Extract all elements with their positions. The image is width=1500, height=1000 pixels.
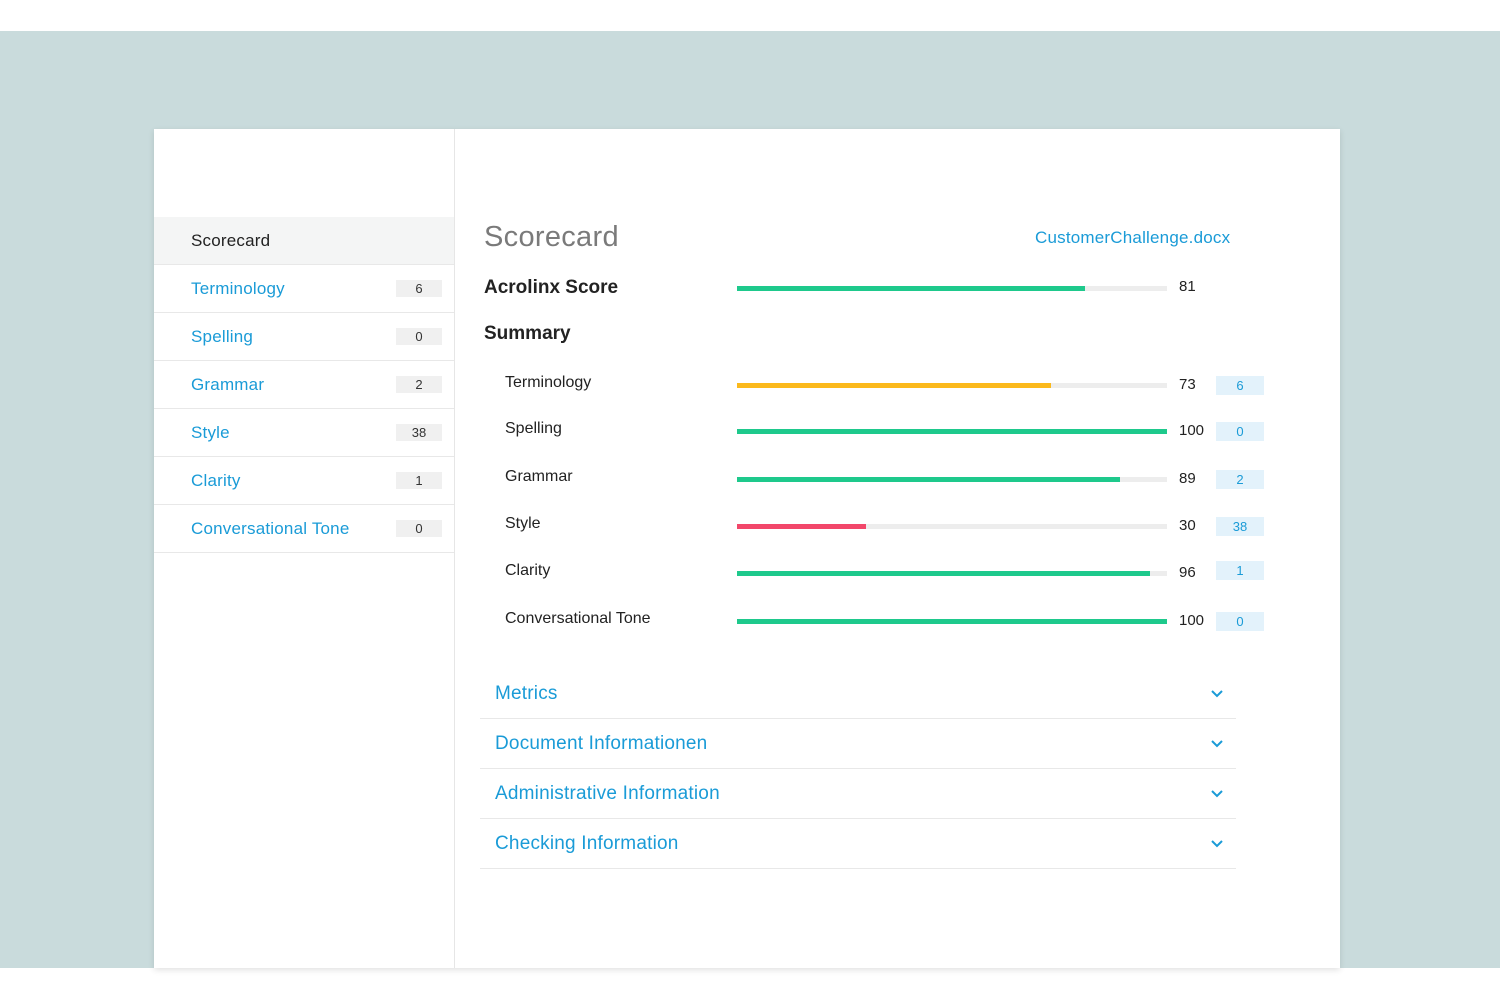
chevron-down-icon[interactable] [1210, 687, 1224, 701]
summary-score-bar [737, 477, 1167, 482]
summary-row-conversational-tone: Conversational Tone 100 0 [484, 605, 1264, 635]
acrolinx-score-value: 81 [1179, 278, 1196, 295]
document-file-link[interactable]: CustomerChallenge.docx [1035, 228, 1230, 248]
summary-score-fill [737, 429, 1167, 434]
sidebar-item-clarity[interactable]: Clarity 1 [154, 457, 454, 505]
sidebar-item-count: 6 [396, 280, 442, 297]
section-document-information[interactable]: Document Informationen [480, 719, 1236, 769]
section-checking-information[interactable]: Checking Information [480, 819, 1236, 869]
summary-score-value: 96 [1179, 564, 1196, 581]
issue-count-badge[interactable]: 0 [1216, 612, 1264, 631]
sidebar-item-count: 1 [396, 472, 442, 489]
summary-score-value: 30 [1179, 517, 1196, 534]
summary-score-fill [737, 524, 866, 529]
summary-score-fill [737, 571, 1150, 576]
chevron-down-icon[interactable] [1210, 837, 1224, 851]
sidebar-item-grammar[interactable]: Grammar 2 [154, 361, 454, 409]
summary-row-label: Grammar [505, 468, 573, 485]
summary-heading: Summary [484, 323, 571, 344]
sidebar-item-count: 2 [396, 376, 442, 393]
section-administrative-information[interactable]: Administrative Information [480, 769, 1236, 819]
sidebar-item-label: Clarity [191, 470, 241, 490]
page-title: Scorecard [484, 221, 619, 253]
acrolinx-score-row: Acrolinx Score 81 [484, 272, 1244, 302]
main-content: Scorecard CustomerChallenge.docx Acrolin… [455, 129, 1340, 968]
summary-score-value: 100 [1179, 422, 1205, 439]
issue-count-badge[interactable]: 1 [1216, 561, 1264, 580]
chevron-down-icon[interactable] [1210, 787, 1224, 801]
sidebar: Scorecard Terminology 6 Spelling 0 Gramm… [154, 129, 455, 968]
sidebar-item-count: 0 [396, 328, 442, 345]
sidebar-item-conversational-tone[interactable]: Conversational Tone 0 [154, 505, 454, 553]
summary-row-terminology: Terminology 73 6 [484, 369, 1264, 399]
section-label: Document Informationen [495, 733, 708, 754]
section-label: Checking Information [495, 833, 679, 854]
summary-score-value: 89 [1179, 470, 1196, 487]
summary-row-label: Spelling [505, 420, 562, 437]
sidebar-item-spelling[interactable]: Spelling 0 [154, 313, 454, 361]
summary-score-bar [737, 524, 1167, 529]
sidebar-item-count: 0 [396, 520, 442, 537]
acrolinx-score-bar [737, 286, 1167, 291]
issue-count-badge[interactable]: 6 [1216, 376, 1264, 395]
chevron-down-icon[interactable] [1210, 737, 1224, 751]
issue-count-badge[interactable]: 2 [1216, 470, 1264, 489]
section-metrics[interactable]: Metrics [480, 669, 1236, 719]
acrolinx-score-fill [737, 286, 1085, 291]
summary-score-fill [737, 619, 1167, 624]
summary-score-value: 100 [1179, 612, 1205, 629]
sidebar-item-label: Terminology [191, 278, 285, 298]
summary-row-grammar: Grammar 89 2 [484, 463, 1264, 493]
section-label: Administrative Information [495, 783, 720, 804]
sidebar-item-label: Scorecard [191, 230, 271, 250]
sidebar-item-label: Spelling [191, 326, 254, 346]
summary-row-label: Conversational Tone [505, 610, 651, 627]
sidebar-item-count: 38 [396, 424, 442, 441]
summary-score-value: 73 [1179, 376, 1196, 393]
summary-row-label: Style [505, 515, 541, 532]
section-label: Metrics [495, 683, 558, 704]
sidebar-item-label: Style [191, 422, 230, 442]
summary-row-style: Style 30 38 [484, 510, 1264, 540]
sidebar-item-style[interactable]: Style 38 [154, 409, 454, 457]
sidebar-list: Scorecard Terminology 6 Spelling 0 Gramm… [154, 217, 454, 553]
issue-count-badge[interactable]: 0 [1216, 422, 1264, 441]
summary-score-bar [737, 383, 1167, 388]
summary-score-fill [737, 477, 1120, 482]
acrolinx-score-label: Acrolinx Score [484, 277, 619, 298]
summary-row-label: Terminology [505, 374, 592, 391]
summary-score-bar [737, 571, 1167, 576]
summary-row-clarity: Clarity 96 1 [484, 557, 1264, 587]
summary-score-bar [737, 429, 1167, 434]
sidebar-item-terminology[interactable]: Terminology 6 [154, 265, 454, 313]
sidebar-item-label: Grammar [191, 374, 265, 394]
details-accordion: Metrics Document Informationen Administr… [480, 669, 1236, 869]
summary-row-spelling: Spelling 100 0 [484, 415, 1264, 445]
sidebar-item-scorecard[interactable]: Scorecard [154, 217, 454, 265]
issue-count-badge[interactable]: 38 [1216, 517, 1264, 536]
summary-score-fill [737, 383, 1051, 388]
sidebar-item-label: Conversational Tone [191, 518, 350, 538]
summary-score-bar [737, 619, 1167, 624]
summary-row-label: Clarity [505, 562, 551, 579]
scorecard-panel: Scorecard Terminology 6 Spelling 0 Gramm… [154, 129, 1340, 968]
